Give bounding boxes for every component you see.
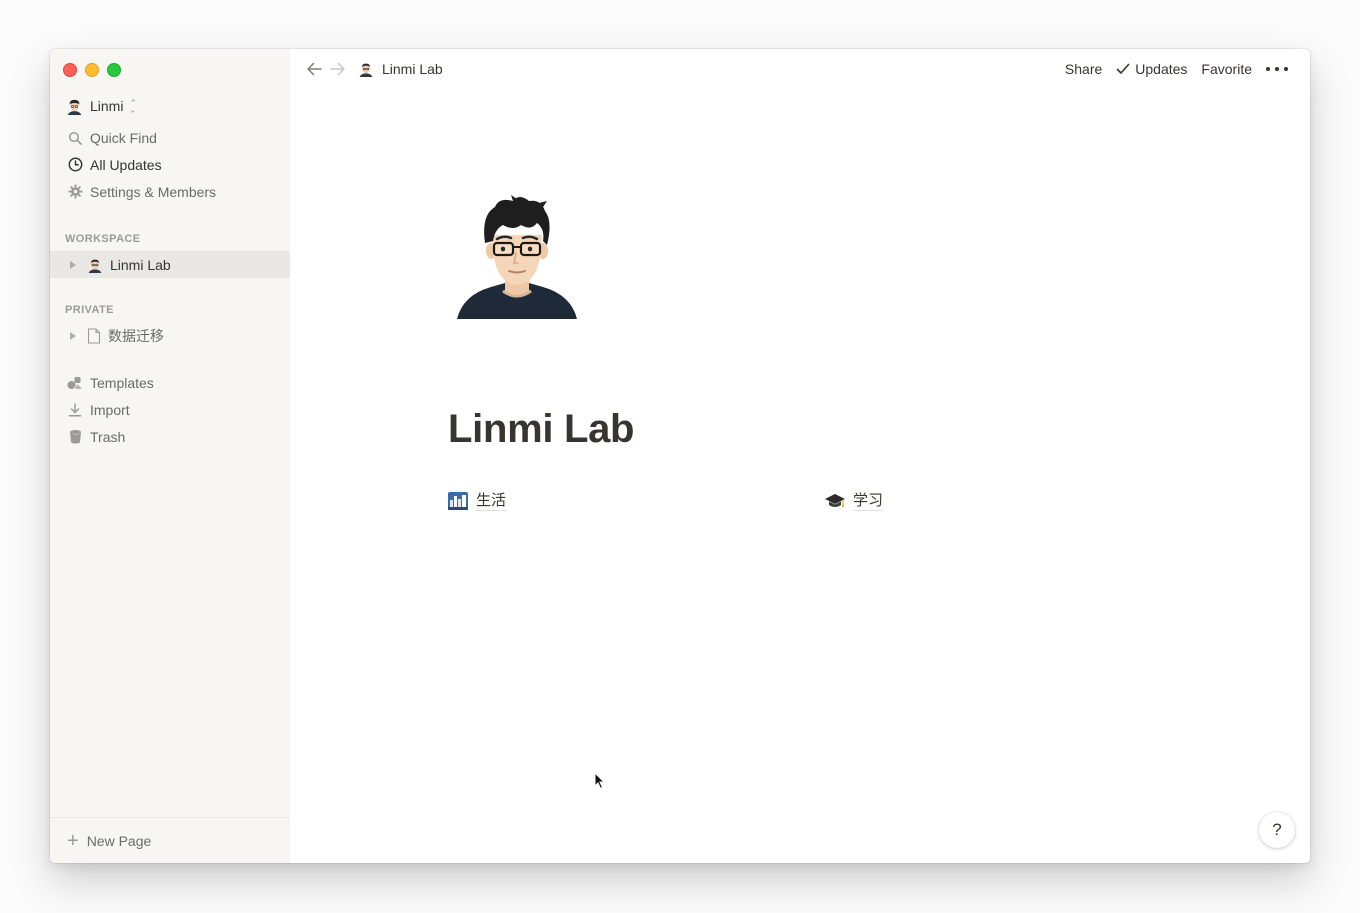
search-icon [67,130,83,146]
sidebar-page-label: Linmi Lab [110,256,171,273]
sidebar-page-linmi-lab[interactable]: Linmi Lab [50,251,290,278]
sidebar-item-label: Import [90,401,130,418]
sidebar-page-data-migration[interactable]: 数据迁移 [50,322,290,349]
sidebar-item-label: All Updates [90,156,162,173]
forward-arrow-icon[interactable] [328,59,348,79]
page-link-life[interactable]: 生活 [448,491,507,511]
workspace-switcher[interactable]: Linmi ⌃ ⌃ [50,95,137,117]
back-arrow-icon[interactable] [304,59,324,79]
sidebar-item-label: Quick Find [90,129,157,146]
avatar-icon [66,98,83,115]
sidebar-item-label: Templates [90,374,154,391]
sidebar-page-label: 数据迁移 [108,327,164,344]
expand-caret-icon[interactable] [70,331,76,340]
page-icon [87,327,101,344]
avatar-icon [87,257,103,273]
page-content: Linmi Lab 生活 学习 ? [290,89,1310,863]
graduation-cap-icon [825,491,845,511]
traffic-lights [63,63,121,77]
plus-icon: + [67,829,79,852]
sidebar-item-label: Settings & Members [90,183,217,200]
share-button[interactable]: Share [1065,61,1102,77]
help-button[interactable]: ? [1259,812,1295,848]
sidebar-item-templates[interactable]: Templates [50,369,290,396]
favorite-label: Favorite [1201,61,1252,77]
expand-caret-icon[interactable] [70,260,76,269]
breadcrumb[interactable]: Linmi Lab [358,61,443,77]
sidebar-item-trash[interactable]: Trash [50,423,290,450]
app-window: Linmi ⌃ ⌃ Quick Find All Updates Settings… [50,49,1310,863]
page-avatar-illustration[interactable] [455,195,579,319]
sidebar-item-label: Trash [90,428,126,445]
workspace-name: Linmi [90,98,124,114]
workspace-section-heading: WORKSPACE [65,233,141,245]
close-window-button[interactable] [63,63,77,77]
mouse-cursor-icon [594,772,606,790]
sidebar-item-quick-find[interactable]: Quick Find [50,124,290,151]
chevron-updown-icon: ⌃ ⌃ [129,98,138,115]
check-icon [1116,63,1130,75]
trash-icon [67,429,83,445]
minimize-window-button[interactable] [85,63,99,77]
more-options-icon[interactable] [1266,67,1288,71]
page-title[interactable]: Linmi Lab [448,407,634,452]
gear-icon [67,184,83,200]
page-link-study[interactable]: 学习 [825,491,884,511]
private-section-heading: PRIVATE [65,304,114,316]
favorite-button[interactable]: Favorite [1201,61,1252,77]
top-actions: Share Updates Favorite [1065,49,1288,89]
zoom-window-button[interactable] [107,63,121,77]
page-link-label: 生活 [476,491,507,511]
page-link-label: 学习 [853,491,884,511]
breadcrumb-label: Linmi Lab [382,61,443,77]
new-page-label: New Page [86,832,152,849]
import-icon [67,402,83,418]
sidebar-item-settings[interactable]: Settings & Members [50,178,290,205]
topbar: Linmi Lab Share Updates Favorite [290,49,1310,89]
sidebar-item-import[interactable]: Import [50,396,290,423]
new-page-button[interactable]: + New Page [50,817,290,863]
avatar-icon [358,61,374,77]
updates-label: Updates [1135,61,1188,77]
sidebar-item-all-updates[interactable]: All Updates [50,151,290,178]
cityscape-icon [448,491,468,511]
sidebar: Linmi ⌃ ⌃ Quick Find All Updates Settings… [50,49,290,863]
updates-button[interactable]: Updates [1116,61,1187,77]
share-label: Share [1064,61,1103,77]
templates-icon [67,375,83,391]
clock-icon [67,157,83,173]
